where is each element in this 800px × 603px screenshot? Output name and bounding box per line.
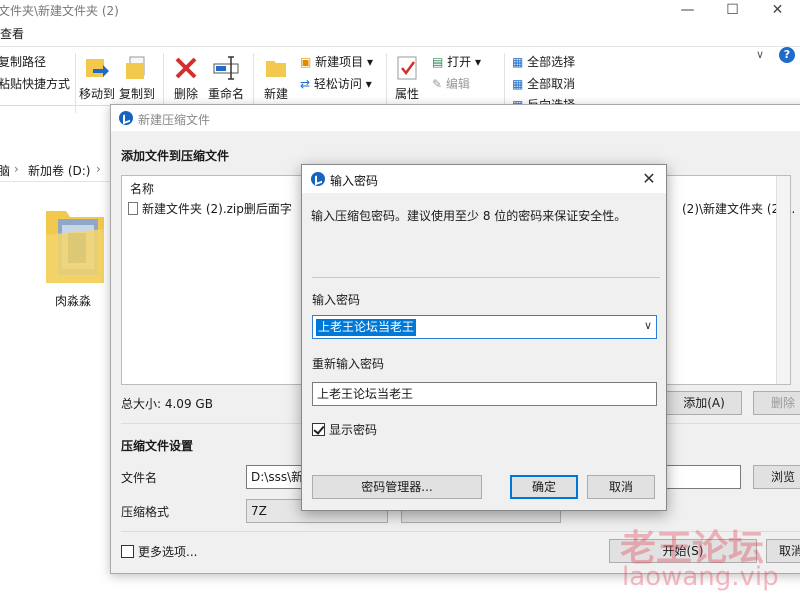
folder-label: 肉淼淼 (55, 294, 92, 308)
paste-shortcut-button[interactable]: 粘贴快捷方式 (0, 75, 70, 92)
select-none-icon: ▦ (512, 77, 528, 91)
select-none-button[interactable]: ▦ 全部取消 (512, 75, 575, 92)
repeat-password-input[interactable]: 上老王论坛当老王 (312, 382, 657, 406)
compress-dialog-title: 新建压缩文件 (138, 113, 211, 127)
copy-to-label: 复制到 (119, 87, 156, 101)
password-dialog-titlebar: 输入密码 ✕ (302, 165, 666, 193)
show-password-checkbox[interactable]: 显示密码 (312, 421, 377, 438)
cancel-button[interactable]: 取消 (766, 539, 800, 563)
browse-button[interactable]: 浏览 (753, 465, 800, 489)
open-button[interactable]: ▤ 打开 ▾ (432, 53, 481, 70)
select-all-icon: ▦ (512, 55, 528, 69)
password-description: 输入压缩包密码。建议使用至少 8 位的密码来保证安全性。 (311, 209, 627, 223)
settings-heading: 压缩文件设置 (121, 439, 194, 453)
delete-label: 删除 (173, 87, 198, 101)
edit-button[interactable]: ✎ 编辑 (432, 75, 470, 92)
easy-access-button[interactable]: ⇄ 轻松访问 ▾ (300, 75, 372, 92)
dropdown-icon: ▾ (363, 55, 374, 69)
checkbox-box[interactable] (121, 545, 134, 558)
ribbon-toolbar: 复制路径 粘贴快捷方式 移动到 复制到 删除 重命名 新建 ▣ 新建项目 ▾ ⇄… (0, 46, 800, 113)
chevron-right-icon: › (14, 162, 19, 176)
file-name: 新建文件夹 (2).zip删后面字 (142, 202, 292, 216)
select-all-button[interactable]: ▦ 全部选择 (512, 53, 575, 70)
new-item-button[interactable]: ▣ 新建项目 ▾ (300, 53, 373, 70)
copy-to-button[interactable]: 复制到 (119, 55, 155, 102)
close-icon[interactable]: ✕ (755, 0, 800, 22)
show-password-label: 显示密码 (329, 423, 378, 437)
more-options-checkbox[interactable]: 更多选项... (121, 543, 197, 560)
divider (312, 277, 660, 278)
new-folder-label: 新建 (263, 87, 288, 101)
move-to-button[interactable]: 移动到 (79, 55, 115, 102)
compress-dialog-titlebar: 新建压缩文件 (111, 105, 800, 131)
ribbon-tabs: 查看 ∨ ? (0, 22, 800, 63)
rename-label: 重命名 (207, 87, 244, 101)
properties-icon (397, 56, 417, 80)
password-dialog: 输入密码 ✕ 输入压缩包密码。建议使用至少 8 位的密码来保证安全性。 输入密码… (301, 164, 667, 511)
list-item[interactable]: 新建文件夹 (2).zip删后面字 (128, 200, 292, 217)
new-folder-button[interactable]: 新建 (260, 55, 292, 102)
rename-button[interactable]: 重命名 (206, 55, 246, 102)
checkbox-checked-icon[interactable] (312, 423, 325, 436)
copy-to-icon (126, 56, 145, 79)
properties-button[interactable]: 属性 (392, 55, 422, 102)
folder-icon (46, 211, 104, 283)
edit-label: 编辑 (445, 77, 470, 91)
chevron-down-icon[interactable]: ∨ (644, 319, 652, 332)
breadcrumb-item[interactable]: 脑 (0, 162, 10, 179)
format-label: 压缩格式 (121, 505, 170, 519)
dropdown-icon: ▾ (361, 77, 372, 91)
move-to-label: 移动到 (79, 87, 116, 101)
address-bar[interactable]: 脑 › 新加卷 (D:) › (0, 158, 110, 182)
scrollbar[interactable] (776, 176, 790, 384)
password-label: 输入密码 (312, 293, 361, 307)
add-files-heading: 添加文件到压缩文件 (121, 149, 230, 163)
folder-thumbnail[interactable] (40, 205, 110, 288)
move-to-icon (86, 59, 109, 77)
minimize-icon[interactable]: — (665, 0, 710, 22)
add-button[interactable]: 添加(A) (666, 391, 742, 415)
breadcrumb-item[interactable]: 新加卷 (D:) (28, 162, 90, 179)
chevron-right-icon: › (96, 162, 101, 176)
ribbon-divider (75, 53, 76, 113)
password-manager-button[interactable]: 密码管理器... (312, 475, 482, 499)
tab-view[interactable]: 查看 (0, 25, 24, 42)
app-logo-icon (119, 111, 133, 125)
more-options-label: 更多选项... (138, 545, 198, 559)
close-icon[interactable]: ✕ (640, 169, 658, 188)
new-item-label: 新建项目 (315, 55, 364, 69)
dropdown-icon: ▾ (471, 55, 482, 69)
open-label: 打开 (447, 55, 472, 69)
select-none-label: 全部取消 (527, 77, 576, 91)
properties-label: 属性 (394, 87, 419, 101)
copy-path-button[interactable]: 复制路径 (0, 53, 46, 70)
easy-access-icon: ⇄ (300, 77, 314, 91)
password-input-value[interactable]: 上老王论坛当老王 (316, 319, 417, 336)
app-logo-icon (311, 172, 325, 186)
edit-icon: ✎ (432, 77, 446, 91)
open-icon: ▤ (432, 55, 448, 69)
easy-access-label: 轻松访问 (313, 77, 362, 91)
new-item-icon: ▣ (300, 55, 316, 69)
watermark-url: laowang.vip (622, 562, 779, 592)
total-size: 总大小: 4.09 GB (121, 397, 213, 411)
maximize-icon[interactable]: ☐ (710, 0, 755, 22)
rename-icon (213, 56, 239, 80)
new-folder-icon (266, 61, 286, 77)
file-icon (128, 202, 138, 215)
ok-button[interactable]: 确定 (510, 475, 578, 499)
delete-x-icon (175, 57, 197, 79)
password-dialog-title: 输入密码 (330, 174, 379, 188)
password-combo[interactable]: 上老王论坛当老王 ∨ (312, 315, 657, 339)
explorer-title: 文件夹\新建文件夹 (2) (0, 4, 119, 18)
explorer-titlebar: 文件夹\新建文件夹 (2) — ☐ ✕ (0, 0, 800, 22)
select-all-label: 全部选择 (527, 55, 576, 69)
column-header-name[interactable]: 名称 (130, 180, 154, 197)
cancel-button[interactable]: 取消 (587, 475, 655, 499)
delete-button[interactable]: 删除 (753, 391, 800, 415)
filename-label: 文件名 (121, 471, 158, 485)
delete-button[interactable]: 删除 (170, 55, 202, 102)
repeat-password-label: 重新输入密码 (312, 357, 385, 371)
